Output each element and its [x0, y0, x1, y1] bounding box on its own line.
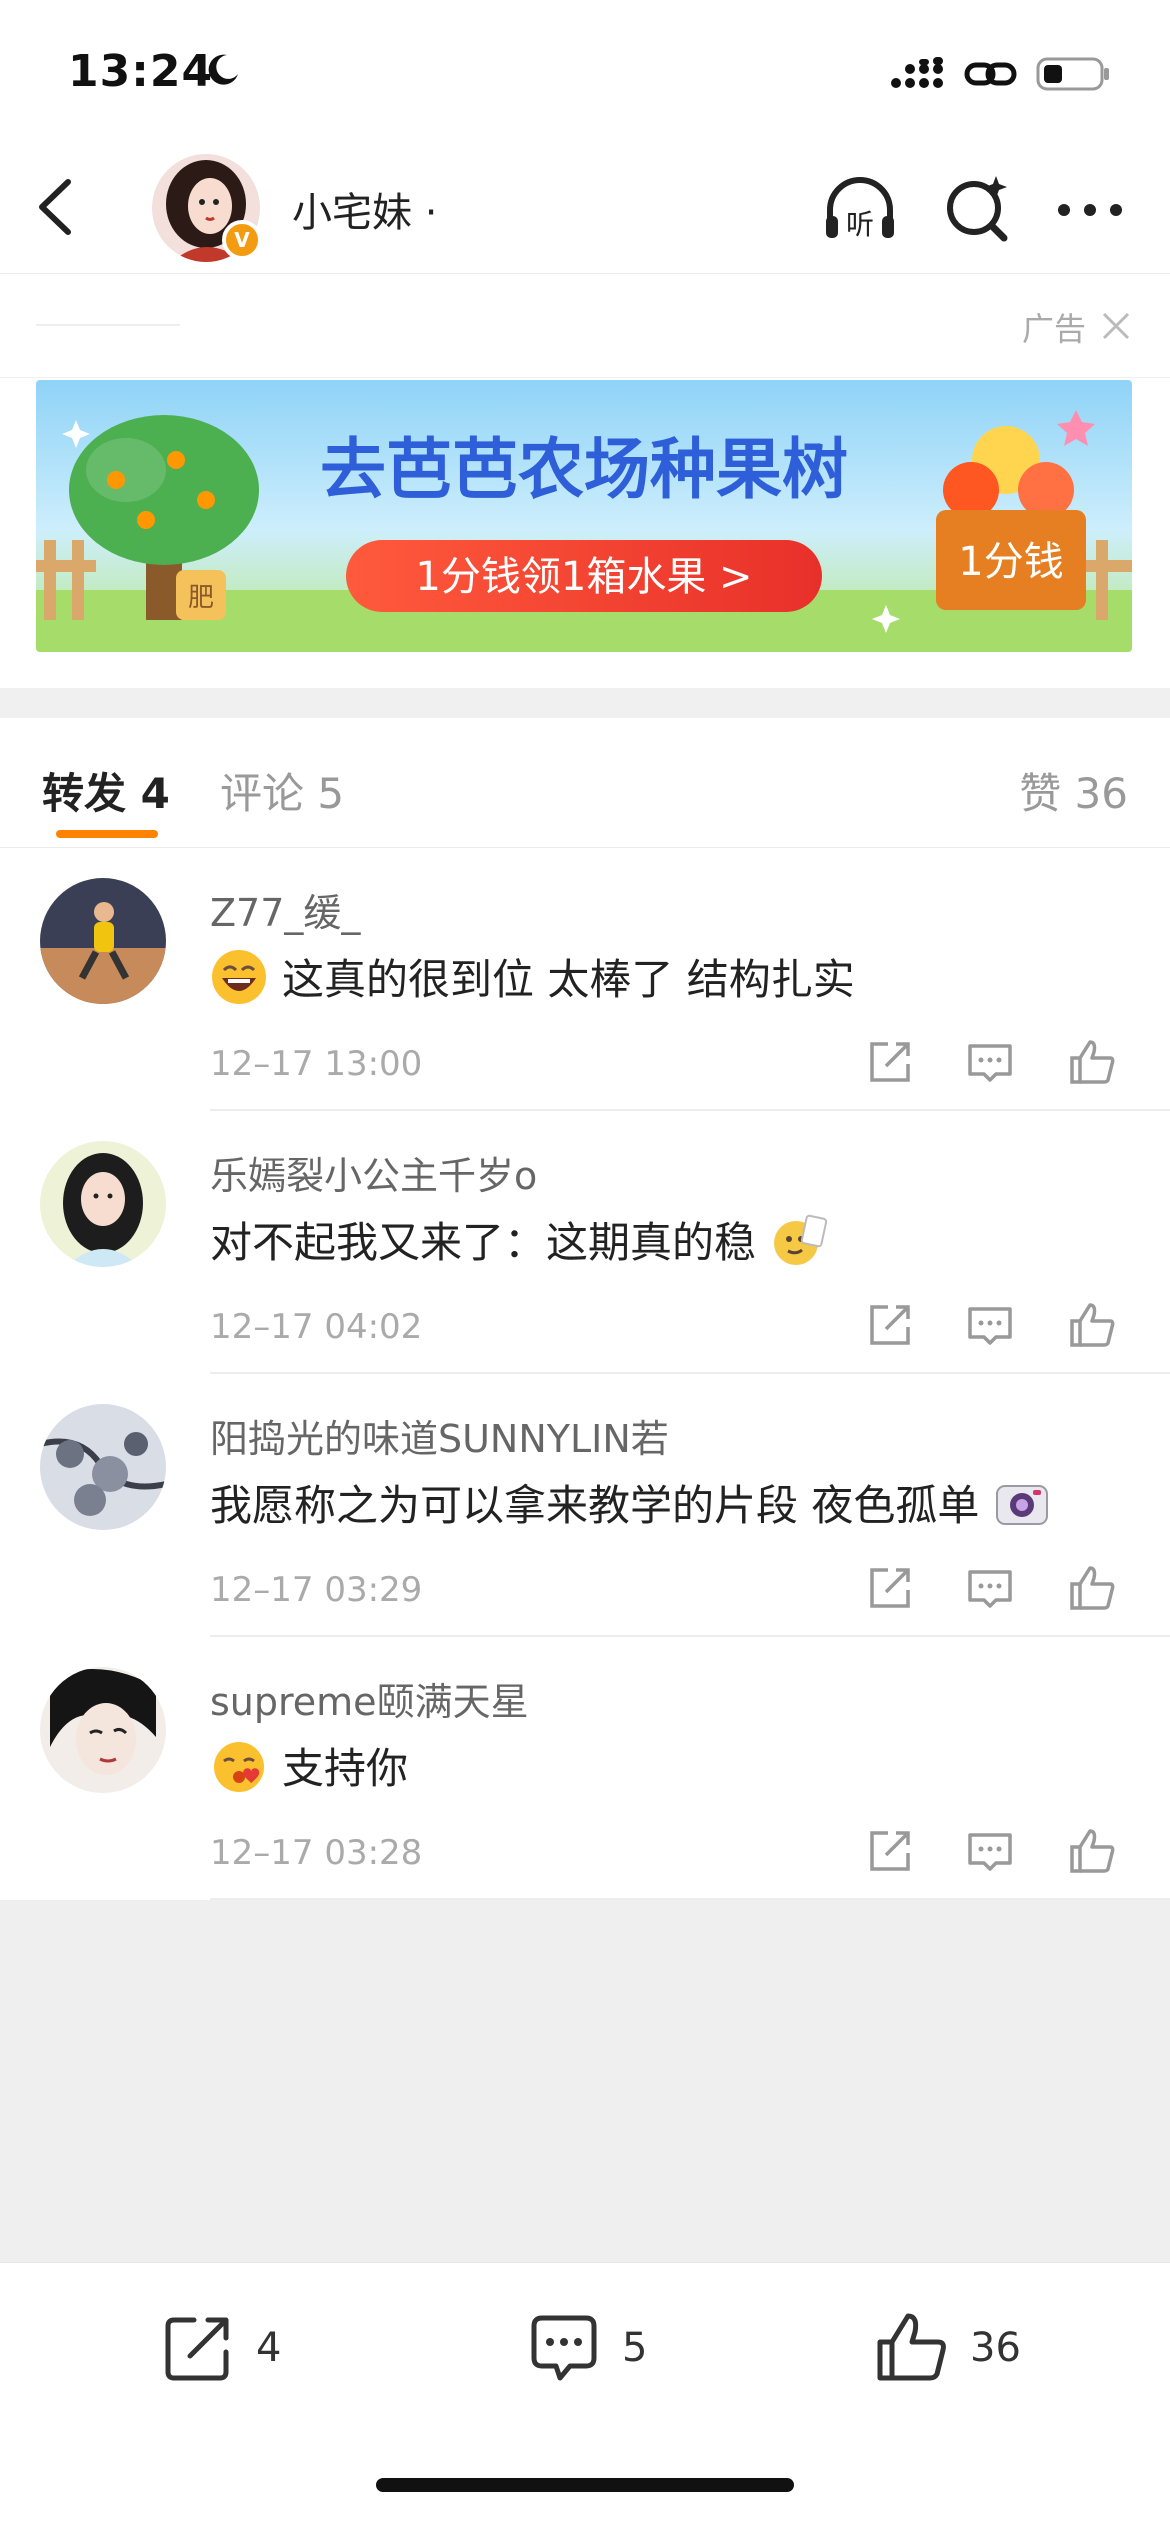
- like-thumb-icon[interactable]: [1064, 1297, 1120, 1353]
- close-ad-icon[interactable]: [1098, 308, 1134, 344]
- comment-time: 12–17 13:00: [210, 1044, 423, 1084]
- listen-label: 听: [846, 208, 874, 241]
- tab-comments[interactable]: 评论 5: [220, 760, 344, 821]
- like-thumb-icon[interactable]: [1064, 1034, 1120, 1090]
- comment-time: 12–17 03:28: [210, 1833, 423, 1873]
- commenter-name[interactable]: 阳捣光的味道SUNNYLIN若: [210, 1408, 669, 1463]
- signal-icon: [891, 57, 943, 88]
- comment-button[interactable]: 5: [524, 2303, 647, 2393]
- avatar[interactable]: [40, 878, 166, 1004]
- comment-bubble-icon: [531, 2315, 597, 2381]
- like-thumb-icon: [877, 2313, 946, 2381]
- search-sparkle-icon[interactable]: [938, 170, 1018, 250]
- doge-card-emoji-icon: [774, 1214, 828, 1265]
- comment-text: 我愿称之为可以拿来教学的片段 夜色孤单: [210, 1472, 1051, 1533]
- comment-text-content: 我愿称之为可以拿来教学的片段 夜色孤单: [210, 1481, 980, 1530]
- author-name[interactable]: 小宅妹 ·: [292, 180, 437, 238]
- like-button[interactable]: 36: [872, 2303, 1021, 2393]
- ad-bar: 广告: [0, 274, 1170, 378]
- like-thumb-icon[interactable]: [1064, 1560, 1120, 1616]
- empty-background: [0, 1900, 1170, 2262]
- verified-badge-icon: V: [222, 220, 262, 260]
- comment-text-content: 对不起我又来了：这期真的稳: [210, 1218, 757, 1267]
- fertilizer-pot-label: 肥: [188, 583, 214, 613]
- like-count: 36: [970, 2325, 1021, 2371]
- battery-icon: [1036, 57, 1109, 91]
- share-icon[interactable]: [862, 1823, 918, 1879]
- comment-icon[interactable]: [962, 1297, 1018, 1353]
- home-indicator[interactable]: [376, 2478, 794, 2492]
- laughing-emoji-icon: [212, 949, 266, 1004]
- back-arrow-icon[interactable]: [30, 174, 80, 240]
- comment-text: 对不起我又来了：这期真的稳: [210, 1209, 828, 1270]
- share-icon[interactable]: [862, 1560, 918, 1616]
- status-icons: [890, 54, 1110, 94]
- camera-emoji-icon: [996, 1484, 1049, 1525]
- avatar[interactable]: [40, 1141, 166, 1267]
- repost-count: 4: [256, 2325, 282, 2371]
- ad-placeholder-line: [36, 324, 180, 326]
- section-divider: [0, 688, 1170, 718]
- list-item: Z77_缓_ 这真的很到位 太棒了 结构扎实 12–17 13:00: [0, 848, 1170, 1111]
- nav-header: V 小宅妹 · 听: [0, 140, 1170, 274]
- heart-kiss-emoji-icon: [214, 1741, 264, 1792]
- ad-banner-title: 去芭芭农场种果树: [320, 431, 848, 508]
- comment-icon[interactable]: [962, 1560, 1018, 1616]
- comment-text-content: 这真的很到位 太棒了 结构扎实: [282, 955, 855, 1004]
- list-item: 阳捣光的味道SUNNYLIN若 我愿称之为可以拿来教学的片段 夜色孤单 12–1…: [0, 1374, 1170, 1637]
- list-item: 乐嫣裂小公主千岁o 对不起我又来了：这期真的稳 12–17 04:02: [0, 1111, 1170, 1374]
- comment-text: 支持你: [210, 1735, 408, 1796]
- status-bar: 13:24: [0, 0, 1170, 140]
- tab-likes[interactable]: 赞 36: [1019, 760, 1128, 821]
- comment-text-content: 支持你: [282, 1744, 409, 1793]
- comment-time: 12–17 04:02: [210, 1307, 423, 1347]
- share-icon: [165, 2317, 229, 2381]
- comment-time: 12–17 03:29: [210, 1570, 423, 1610]
- ad-banner-button: 1分钱领1箱水果 >: [415, 554, 752, 600]
- more-options-icon[interactable]: [1050, 170, 1130, 250]
- link-icon: [964, 62, 1017, 86]
- list-item: supreme颐满天星 支持你 12–17 03:28: [0, 1637, 1170, 1900]
- tab-reposts[interactable]: 转发 4: [42, 760, 170, 821]
- status-time: 13:24: [68, 46, 214, 97]
- ad-banner[interactable]: 肥 去芭芭农场种果树 1分钱领1箱水果 > 1分钱: [36, 380, 1132, 652]
- engagement-tabs: 转发 4 评论 5 赞 36: [0, 718, 1170, 848]
- like-thumb-icon[interactable]: [1064, 1823, 1120, 1879]
- comment-icon[interactable]: [962, 1034, 1018, 1090]
- ad-label: 广告: [1021, 310, 1086, 348]
- comment-count: 5: [622, 2325, 648, 2371]
- repost-list: Z77_缓_ 这真的很到位 太棒了 结构扎实 12–17 13:00 乐嫣裂小公…: [0, 848, 1170, 1900]
- commenter-name[interactable]: supreme颐满天星: [210, 1671, 529, 1726]
- moon-icon: [208, 54, 238, 85]
- avatar[interactable]: [40, 1404, 166, 1530]
- share-icon[interactable]: [862, 1297, 918, 1353]
- comment-icon[interactable]: [962, 1823, 1018, 1879]
- active-tab-indicator: [56, 830, 158, 838]
- ad-banner-tag: 1分钱: [958, 539, 1063, 585]
- repost-button[interactable]: 4: [158, 2303, 281, 2393]
- commenter-name[interactable]: 乐嫣裂小公主千岁o: [210, 1145, 537, 1200]
- avatar[interactable]: [40, 1667, 166, 1793]
- headphones-listen-icon[interactable]: 听: [820, 170, 900, 250]
- comment-text: 这真的很到位 太棒了 结构扎实: [210, 946, 855, 1007]
- commenter-name[interactable]: Z77_缓_: [210, 882, 360, 937]
- share-icon[interactable]: [862, 1034, 918, 1090]
